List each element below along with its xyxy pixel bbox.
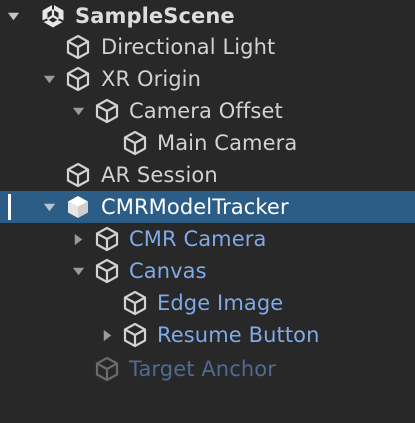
hierarchy-item-label: XR Origin	[101, 67, 202, 91]
scene-row[interactable]: SampleScene	[0, 0, 415, 32]
hierarchy-item-cmrmodeltracker[interactable]: CMRModelTracker	[0, 191, 415, 223]
prefab-cube-icon	[94, 258, 120, 284]
gameobject-cube-icon	[65, 66, 91, 92]
hierarchy-item-label: Main Camera	[157, 131, 298, 155]
hierarchy-item-edge-image[interactable]: Edge Image	[0, 287, 415, 319]
prefab-cube-icon	[122, 290, 148, 316]
hierarchy-item-label: AR Session	[101, 163, 218, 187]
gameobject-cube-icon	[122, 130, 148, 156]
hierarchy-item-label: CMR Camera	[129, 227, 267, 251]
prefab-cube-icon	[94, 226, 120, 252]
prefab-cube-icon	[65, 194, 91, 220]
hierarchy-item-label: Target Anchor	[129, 357, 276, 381]
hierarchy-item-resume-button[interactable]: Resume Button	[0, 319, 415, 351]
gameobject-cube-icon	[65, 162, 91, 188]
prefab-cube-icon	[94, 356, 120, 382]
hierarchy-item-canvas[interactable]: Canvas	[0, 255, 415, 287]
hierarchy-item-xr-origin[interactable]: XR Origin	[0, 63, 415, 95]
hierarchy-item-ar-session[interactable]: AR Session	[0, 159, 415, 191]
selection-indicator	[8, 194, 11, 220]
hierarchy-item-main-camera[interactable]: Main Camera	[0, 127, 415, 159]
hierarchy-item-label: Edge Image	[157, 291, 284, 315]
hierarchy-item-label: Canvas	[129, 259, 207, 283]
foldout-collapsed-arrow-icon[interactable]	[96, 319, 118, 351]
foldout-expanded-arrow-icon[interactable]	[38, 191, 60, 223]
prefab-cube-icon	[122, 322, 148, 348]
hierarchy-item-label: Resume Button	[157, 323, 320, 347]
hierarchy-item-camera-offset[interactable]: Camera Offset	[0, 95, 415, 127]
foldout-expanded-arrow-icon[interactable]	[38, 63, 60, 95]
hierarchy-item-cmr-camera[interactable]: CMR Camera	[0, 223, 415, 255]
foldout-expanded-arrow-icon[interactable]	[67, 255, 89, 287]
scene-foldout-arrow-icon[interactable]	[2, 0, 24, 32]
gameobject-cube-icon	[65, 34, 91, 60]
foldout-expanded-arrow-icon[interactable]	[67, 95, 89, 127]
hierarchy-item-directional-light[interactable]: Directional Light	[0, 31, 415, 63]
hierarchy-item-label: Camera Offset	[129, 99, 283, 123]
hierarchy-item-label: CMRModelTracker	[101, 195, 289, 219]
foldout-collapsed-arrow-icon[interactable]	[67, 223, 89, 255]
hierarchy-item-target-anchor[interactable]: Target Anchor	[0, 353, 415, 385]
scene-name: SampleScene	[75, 4, 235, 28]
gameobject-cube-icon	[94, 98, 120, 124]
hierarchy-panel: SampleScene Directional Light XR Origin …	[0, 0, 415, 423]
unity-logo-icon	[40, 3, 66, 29]
hierarchy-item-label: Directional Light	[101, 35, 276, 59]
